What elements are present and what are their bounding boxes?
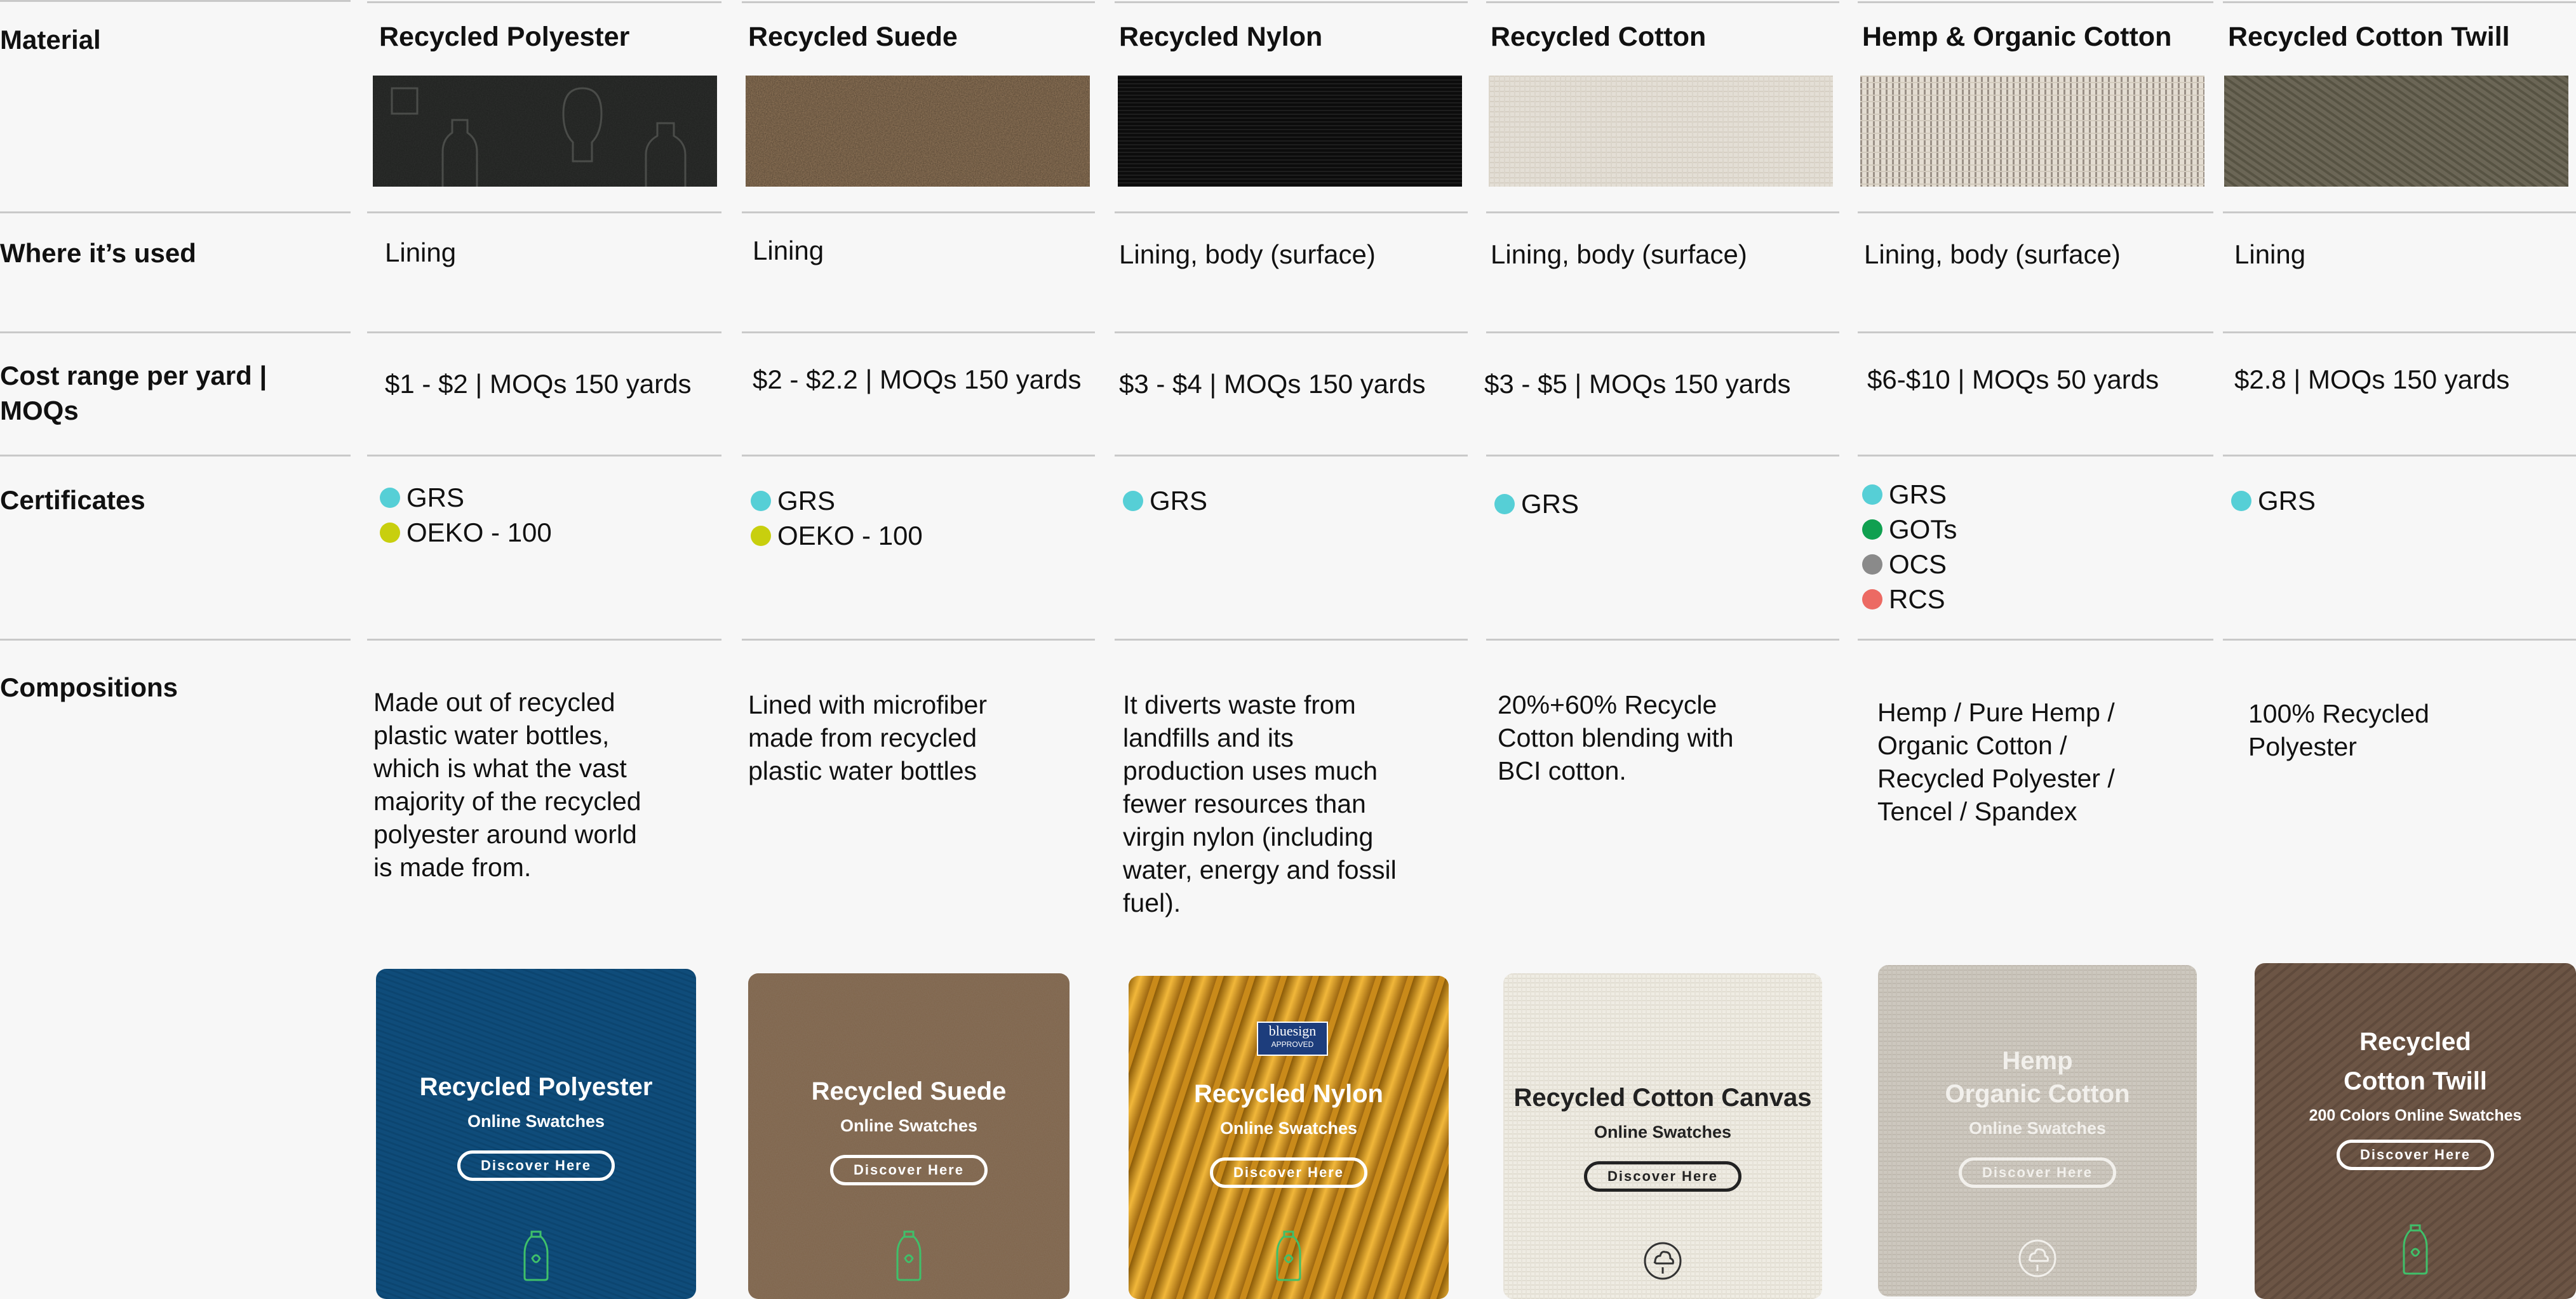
swatch-card[interactable]: Hemp Organic Cotton Online Swatches Disco…	[1878, 965, 2197, 1296]
certificate-item: GRS	[2231, 483, 2316, 518]
certificate-item: GOTs	[1862, 512, 1957, 547]
column-heading: Recycled Polyester	[379, 22, 630, 52]
swatch-card[interactable]: Recycled Cotton Twill 200 Colors Online S…	[2255, 963, 2576, 1299]
certificate-list: GRS	[1123, 483, 1207, 518]
card-title: Recycled Cotton Canvas	[1513, 1084, 1812, 1112]
composition-text: 20%+60% Recycle Cotton blending with BCI c…	[1498, 690, 1734, 785]
composition-text: Made out of recycled plastic water bottle…	[373, 688, 641, 882]
card-title: Recycled Suede	[811, 1077, 1007, 1105]
cost-text: $3 - $5 | MOQs 150 yards	[1484, 369, 1791, 399]
composition-text: Lined with microfiber made from recycled p…	[748, 690, 987, 785]
certificate-item: GRS	[1123, 483, 1207, 518]
fabric-swatch-image	[746, 76, 1090, 187]
card-subtitle: Online Swatches	[840, 1116, 978, 1135]
card-subtitle: Online Swatches	[1593, 1122, 1732, 1142]
certificate-list: GRS OEKO - 100	[751, 483, 923, 553]
status-dot-icon	[380, 487, 400, 508]
status-dot-icon	[380, 522, 400, 543]
card-subtitle: 200 Colors Online Swatches	[2309, 1107, 2522, 1124]
where-used-text: Lining, body (surface)	[1119, 239, 1376, 269]
status-dot-icon	[1494, 493, 1515, 514]
certificate-item: GRS	[380, 480, 552, 515]
bottle-icon	[2403, 1224, 2428, 1275]
certificate-list: GRS OEKO - 100	[380, 480, 552, 550]
column-heading: Hemp & Organic Cotton	[1862, 22, 2172, 52]
column-heading: Recycled Cotton	[1491, 22, 1707, 52]
certificate-item: GRS	[1494, 486, 1579, 521]
row-label-cost: Cost range per yard | MOQs	[0, 361, 267, 425]
cost-text: $3 - $4 | MOQs 150 yards	[1119, 369, 1426, 399]
card-subtitle: Online Swatches	[1968, 1119, 2107, 1138]
column-heading: Recycled Cotton Twill	[2228, 22, 2510, 52]
cost-text: $1 - $2 | MOQs 150 yards	[385, 369, 692, 399]
card-title: Recycled Cotton Twill	[2344, 1028, 2487, 1095]
swatch-card[interactable]: Recycled Polyester Online Swatches Disco…	[376, 969, 696, 1299]
status-dot-icon	[2231, 490, 2251, 511]
cotton-icon	[2018, 1239, 2056, 1277]
row-label-where-used: Where it’s used	[0, 238, 196, 268]
card-title: Hemp Organic Cotton	[1945, 1047, 2130, 1108]
certificate-list: GRS	[2231, 483, 2316, 518]
certificate-item: RCS	[1862, 582, 1957, 616]
column-heading: Recycled Suede	[748, 22, 958, 52]
fabric-swatch-image	[1860, 76, 2204, 187]
where-used-text: Lining	[385, 237, 457, 267]
status-dot-icon	[1123, 490, 1143, 511]
status-dot-icon	[1862, 484, 1882, 505]
card-subtitle: Online Swatches	[1219, 1119, 1358, 1138]
where-used-text: Lining, body (surface)	[1491, 239, 1747, 269]
row-label-material: Material	[0, 25, 101, 55]
column-heading: Recycled Nylon	[1119, 22, 1323, 52]
swatch-card[interactable]: Recycled Suede Online Swatches Discover …	[748, 973, 1070, 1299]
discover-here-button[interactable]: Discover Here	[1210, 1157, 1367, 1188]
status-dot-icon	[1862, 554, 1882, 575]
certificate-item: OEKO - 100	[751, 518, 923, 553]
fabric-swatch-image	[2224, 76, 2568, 187]
where-used-text: Lining, body (surface)	[1864, 239, 2121, 269]
fabric-swatch-image	[1118, 76, 1462, 187]
certificate-item: OEKO - 100	[380, 515, 552, 550]
card-subtitle: Online Swatches	[467, 1112, 605, 1131]
row-label-certificates: Certificates	[0, 485, 145, 515]
swatch-card[interactable]: bluesign APPROVED Recycled Nylon Online …	[1129, 976, 1449, 1299]
certificate-item: GRS	[1862, 477, 1957, 512]
cotton-icon	[1644, 1242, 1682, 1280]
bottle-icon	[523, 1230, 549, 1281]
discover-here-button[interactable]: Discover Here	[1584, 1161, 1741, 1192]
status-dot-icon	[751, 525, 771, 546]
status-dot-icon	[1862, 519, 1882, 540]
where-used-text: Lining	[753, 236, 824, 265]
certificate-item: GRS	[751, 483, 923, 518]
bottle-icon	[896, 1230, 922, 1281]
cost-text: $2.8 | MOQs 150 yards	[2234, 364, 2510, 394]
composition-text: It diverts waste from landfills and its pr…	[1123, 690, 1397, 917]
card-title: Recycled Nylon	[1194, 1080, 1383, 1108]
status-dot-icon	[1862, 589, 1882, 610]
bluesign-badge: bluesign APPROVED	[1257, 1022, 1328, 1056]
discover-here-button[interactable]: Discover Here	[457, 1150, 615, 1181]
fabric-swatch-image	[373, 76, 717, 187]
where-used-text: Lining	[2234, 239, 2306, 269]
card-title: Recycled Polyester	[419, 1073, 653, 1101]
fabric-swatch-image	[1489, 76, 1833, 187]
discover-here-button[interactable]: Discover Here	[1959, 1157, 2116, 1188]
discover-here-button[interactable]: Discover Here	[830, 1155, 988, 1185]
status-dot-icon	[751, 490, 771, 511]
certificate-list: GRS	[1494, 486, 1579, 521]
composition-text: 100% Recycled Polyester	[2248, 699, 2429, 761]
row-label-compositions: Compositions	[0, 672, 178, 702]
bottle-icon	[1276, 1230, 1301, 1281]
cost-text: $6-$10 | MOQs 50 yards	[1867, 364, 2159, 394]
composition-text: Hemp / Pure Hemp / Organic Cotton / Recycl…	[1877, 698, 2115, 826]
cost-text: $2 - $2.2 | MOQs 150 yards	[753, 364, 1082, 394]
discover-here-button[interactable]: Discover Here	[2337, 1140, 2494, 1170]
swatch-card[interactable]: Recycled Cotton Canvas Online Swatches D…	[1503, 973, 1822, 1299]
certificate-item: OCS	[1862, 547, 1957, 582]
certificate-list: GRS GOTs OCS RCS	[1862, 477, 1957, 616]
